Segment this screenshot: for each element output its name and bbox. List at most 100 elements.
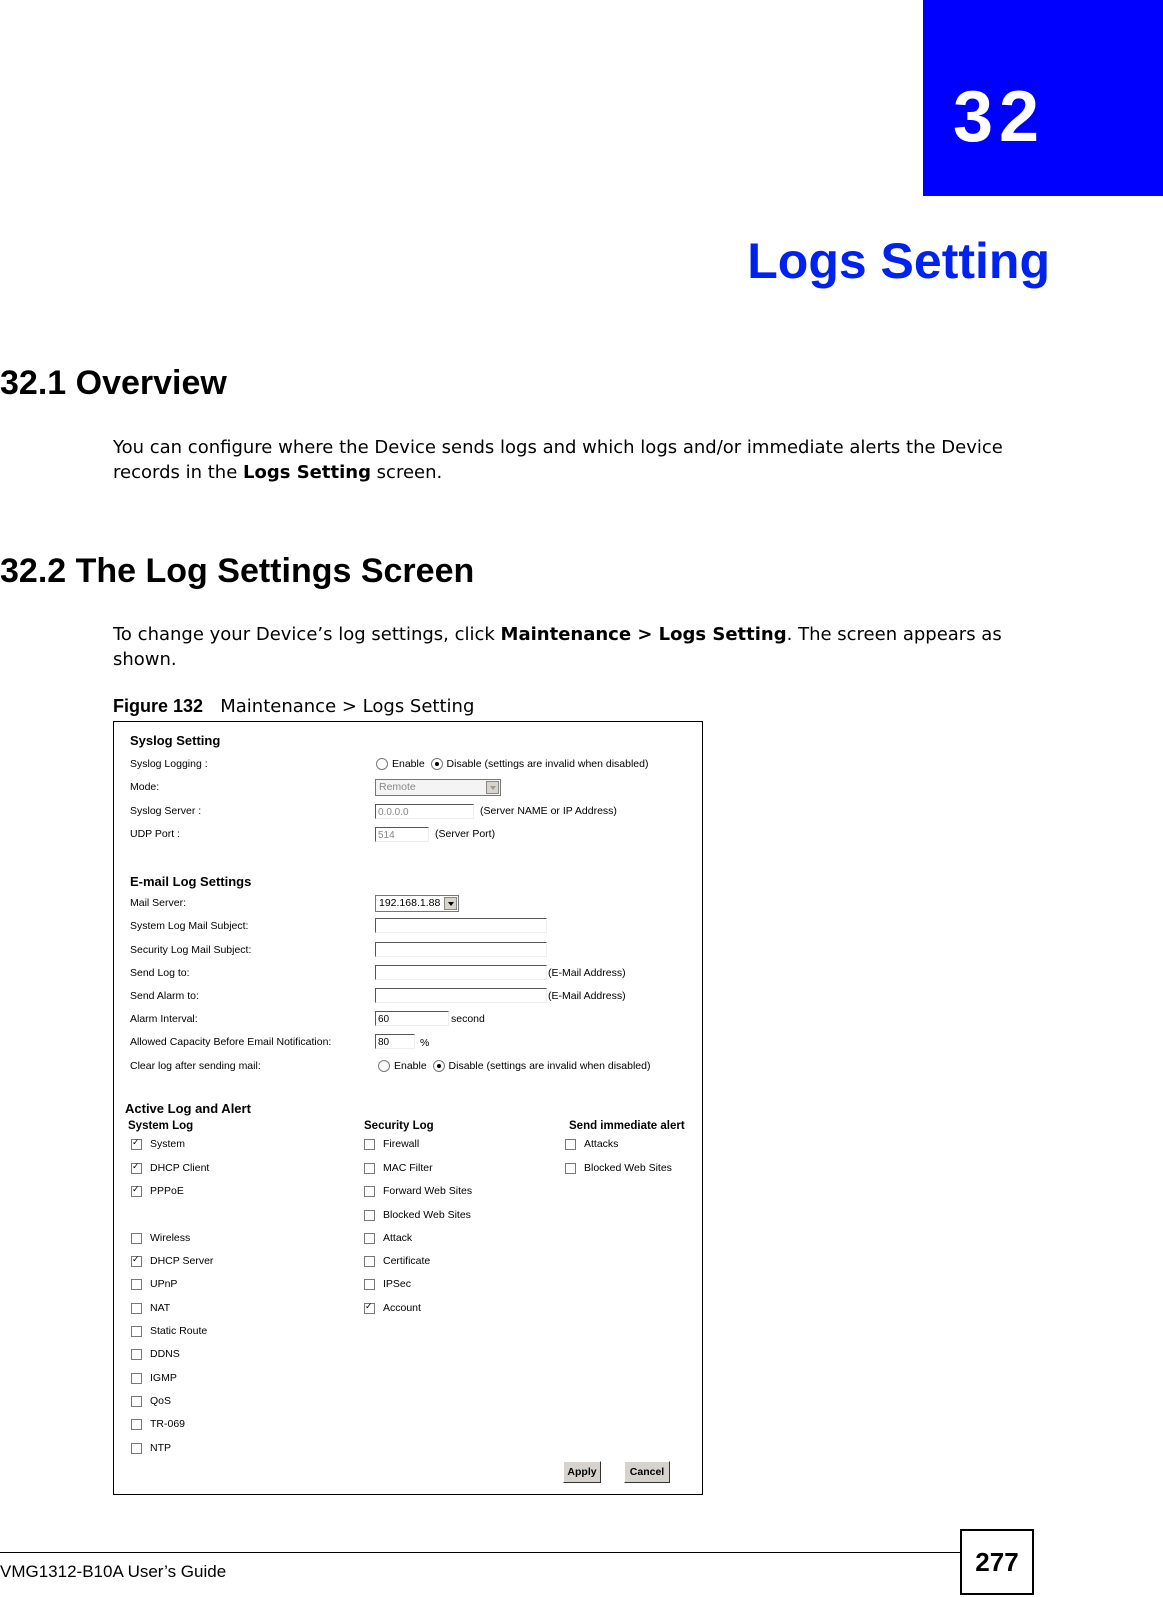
system-log-item-label: PPPoE bbox=[150, 1185, 184, 1197]
section-heading-overview: 32.1 Overview bbox=[0, 364, 227, 402]
capacity-input[interactable]: 80 bbox=[375, 1034, 415, 1049]
apply-button[interactable]: Apply bbox=[563, 1461, 601, 1483]
system-log-title: System Log bbox=[128, 1120, 194, 1132]
system-log-item[interactable]: IGMP bbox=[131, 1372, 177, 1384]
system-log-item[interactable]: NTP bbox=[131, 1442, 171, 1454]
system-log-item[interactable]: NAT bbox=[131, 1302, 170, 1314]
logs-setting-screen: Syslog Setting Syslog Logging : Enable D… bbox=[113, 721, 703, 1495]
checkbox-unchecked[interactable] bbox=[131, 1325, 142, 1337]
security-log-title: Security Log bbox=[364, 1120, 434, 1132]
system-log-item[interactable]: TR-069 bbox=[131, 1418, 185, 1430]
send-log-to-hint: (E-Mail Address) bbox=[548, 967, 626, 979]
chevron-down-icon bbox=[444, 897, 457, 910]
alarm-interval-unit: second bbox=[451, 1013, 485, 1025]
system-log-subject-input[interactable] bbox=[375, 918, 547, 933]
system-log-item[interactable]: Static Route bbox=[131, 1325, 207, 1337]
clear-log-disable-label: Disable (settings are invalid when disab… bbox=[448, 1060, 651, 1072]
clear-log-enable-radio[interactable] bbox=[378, 1060, 390, 1073]
cancel-button[interactable]: Cancel bbox=[624, 1461, 670, 1483]
syslog-enable-radio[interactable] bbox=[376, 758, 388, 771]
system-log-item-label: DHCP Client bbox=[150, 1162, 210, 1174]
alert-item[interactable]: Blocked Web Sites bbox=[565, 1162, 672, 1174]
guide-title: VMG1312-B10A User’s Guide bbox=[0, 1562, 227, 1581]
security-log-item-label: Forward Web Sites bbox=[383, 1185, 473, 1197]
checkbox-unchecked[interactable] bbox=[131, 1232, 142, 1244]
system-log-item[interactable]: Wireless bbox=[131, 1232, 190, 1244]
bold-term: Logs Setting bbox=[243, 462, 371, 483]
alert-item-label: Blocked Web Sites bbox=[584, 1162, 672, 1174]
checkbox-unchecked[interactable] bbox=[131, 1418, 142, 1430]
system-log-item-label: Static Route bbox=[150, 1325, 208, 1337]
system-log-item[interactable]: DHCP Server bbox=[131, 1254, 213, 1267]
clear-log-disable-radio[interactable] bbox=[432, 1060, 445, 1073]
checkbox-checked[interactable] bbox=[131, 1161, 142, 1174]
checkbox-unchecked[interactable] bbox=[364, 1185, 375, 1197]
security-log-subject-input[interactable] bbox=[375, 942, 547, 957]
page-number: 277 bbox=[960, 1529, 1034, 1595]
system-log-item-label: UPnP bbox=[150, 1278, 178, 1290]
system-log-item[interactable]: QoS bbox=[131, 1395, 171, 1407]
system-log-item-label: QoS bbox=[150, 1395, 172, 1407]
system-log-item-label: TR-069 bbox=[150, 1418, 186, 1430]
checkbox-unchecked[interactable] bbox=[364, 1255, 375, 1267]
system-log-item-label: System bbox=[150, 1138, 186, 1150]
security-log-item[interactable]: IPSec bbox=[364, 1278, 411, 1290]
checkbox-unchecked[interactable] bbox=[131, 1372, 142, 1384]
security-log-item[interactable]: Certificate bbox=[364, 1255, 430, 1267]
checkbox-checked[interactable] bbox=[131, 1254, 142, 1267]
system-log-item-label: NAT bbox=[150, 1302, 171, 1314]
security-log-item[interactable]: Firewall bbox=[364, 1138, 419, 1150]
checkbox-unchecked[interactable] bbox=[364, 1232, 375, 1244]
checkbox-checked[interactable] bbox=[131, 1137, 142, 1150]
security-log-item-label: Firewall bbox=[383, 1138, 420, 1150]
system-log-item-label: NTP bbox=[150, 1442, 171, 1454]
alert-item[interactable]: Attacks bbox=[565, 1138, 618, 1150]
text-run: screen. bbox=[370, 462, 443, 483]
chapter-title: Logs Setting bbox=[747, 233, 1050, 289]
checkbox-unchecked[interactable] bbox=[364, 1162, 375, 1174]
syslog-server-input[interactable]: 0.0.0.0 bbox=[375, 804, 474, 819]
checkbox-unchecked[interactable] bbox=[364, 1278, 375, 1290]
system-log-subject-label: System Log Mail Subject: bbox=[130, 920, 249, 932]
checkbox-unchecked[interactable] bbox=[364, 1138, 375, 1150]
chapter-number: 32 bbox=[953, 77, 1046, 157]
udp-port-input[interactable]: 514 bbox=[375, 827, 429, 842]
figure-label: Figure 132 bbox=[113, 696, 204, 716]
security-log-item[interactable]: MAC Filter bbox=[364, 1162, 433, 1174]
checkbox-checked[interactable] bbox=[131, 1184, 142, 1197]
figure-caption-text: Maintenance > Logs Setting bbox=[220, 696, 475, 717]
checkbox-unchecked[interactable] bbox=[131, 1348, 142, 1360]
syslog-logging-label: Syslog Logging : bbox=[130, 758, 208, 770]
security-log-item-label: MAC Filter bbox=[383, 1162, 433, 1174]
log-settings-paragraph: To change your Device’s log settings, cl… bbox=[113, 622, 1053, 672]
send-alarm-to-input[interactable] bbox=[375, 988, 547, 1003]
alarm-interval-label: Alarm Interval: bbox=[130, 1013, 198, 1025]
checkbox-unchecked[interactable] bbox=[131, 1302, 142, 1314]
send-log-to-input[interactable] bbox=[375, 965, 547, 980]
security-log-item[interactable]: Blocked Web Sites bbox=[364, 1209, 471, 1221]
checkbox-unchecked[interactable] bbox=[364, 1209, 375, 1221]
email-log-settings-title: E-mail Log Settings bbox=[130, 874, 252, 889]
alarm-interval-input[interactable]: 60 bbox=[375, 1011, 449, 1026]
checkbox-unchecked[interactable] bbox=[565, 1162, 576, 1174]
system-log-item[interactable]: PPPoE bbox=[131, 1184, 184, 1197]
checkbox-unchecked[interactable] bbox=[565, 1138, 576, 1150]
clear-log-label: Clear log after sending mail: bbox=[130, 1060, 261, 1072]
checkbox-unchecked[interactable] bbox=[131, 1442, 142, 1454]
security-log-item[interactable]: Forward Web Sites bbox=[364, 1185, 472, 1197]
system-log-item[interactable]: DDNS bbox=[131, 1348, 180, 1360]
security-log-item[interactable]: Attack bbox=[364, 1232, 412, 1244]
system-log-item[interactable]: System bbox=[131, 1137, 186, 1150]
security-log-item-label: Blocked Web Sites bbox=[383, 1209, 471, 1221]
system-log-item[interactable]: UPnP bbox=[131, 1278, 177, 1290]
checkbox-checked[interactable] bbox=[364, 1301, 375, 1314]
mail-server-select[interactable]: 192.168.1.88 bbox=[375, 895, 459, 912]
security-log-item[interactable]: Account bbox=[364, 1301, 421, 1314]
mail-server-value: 192.168.1.88 bbox=[379, 897, 441, 909]
mode-select[interactable]: Remote bbox=[375, 779, 501, 796]
checkbox-unchecked[interactable] bbox=[131, 1278, 142, 1290]
syslog-disable-radio[interactable] bbox=[430, 758, 443, 771]
checkbox-unchecked[interactable] bbox=[131, 1395, 142, 1407]
mode-label: Mode: bbox=[130, 781, 160, 793]
system-log-item[interactable]: DHCP Client bbox=[131, 1161, 210, 1174]
